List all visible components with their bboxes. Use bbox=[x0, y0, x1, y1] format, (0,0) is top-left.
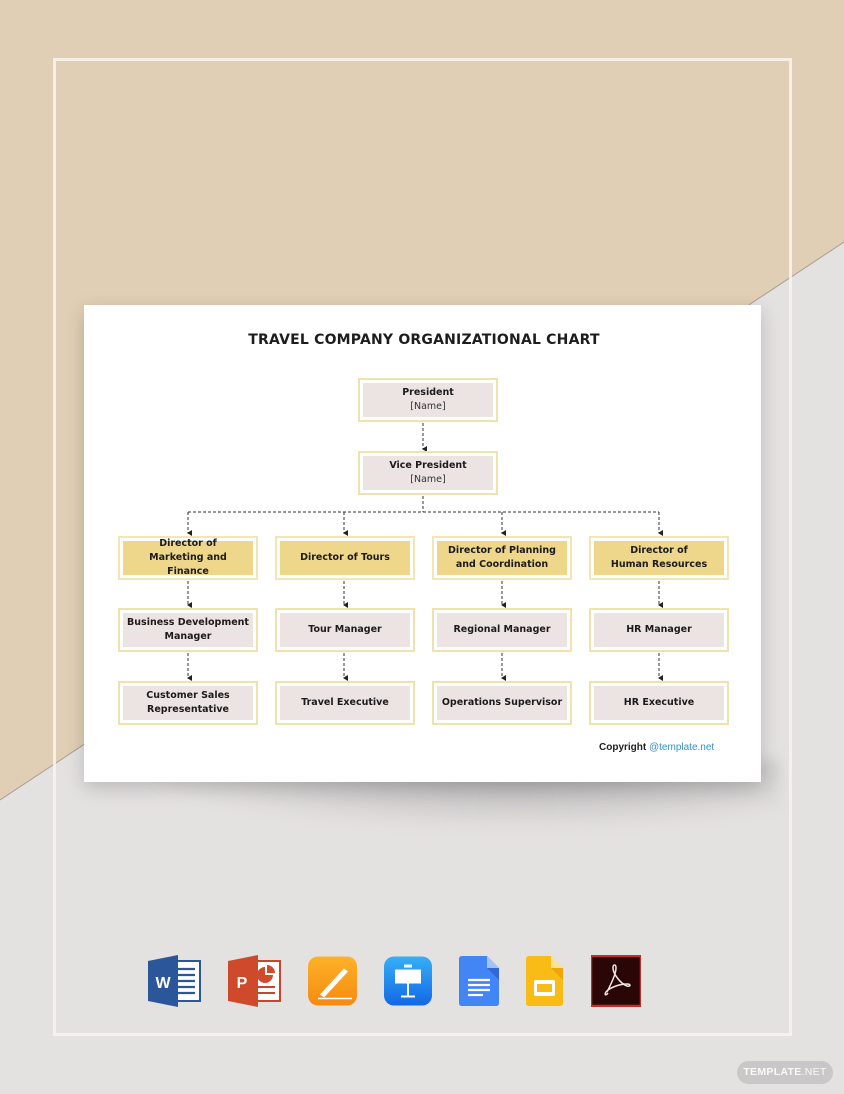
google-slides-icon[interactable] bbox=[526, 955, 563, 1007]
node-name-placeholder: [Name] bbox=[410, 401, 446, 412]
powerpoint-icon[interactable]: P bbox=[228, 955, 282, 1007]
node-title: Vice President bbox=[389, 460, 467, 471]
node-title: Travel Executive bbox=[301, 697, 389, 708]
node-title: HR Executive bbox=[623, 697, 695, 708]
node-regional-manager: Regional Manager bbox=[432, 608, 572, 652]
copyright-link[interactable]: @template.net bbox=[649, 742, 714, 753]
svg-text:P: P bbox=[237, 975, 248, 992]
node-title: Operations Supervisor bbox=[441, 697, 563, 708]
badge-light-text: .NET bbox=[801, 1066, 827, 1078]
node-business-development-manager: Business Development Manager bbox=[118, 608, 258, 652]
node-tour-manager: Tour Manager bbox=[275, 608, 415, 652]
org-chart-document: TRAVEL COMPANY ORGANIZATIONAL CHART Pres… bbox=[84, 305, 761, 782]
keynote-icon[interactable] bbox=[384, 955, 432, 1007]
node-title: Director of Planning and Coordination bbox=[448, 545, 556, 570]
node-director-tours: Director of Tours bbox=[275, 536, 415, 580]
badge-bold-text: TEMPLATE bbox=[743, 1066, 802, 1078]
copyright-label: Copyright bbox=[599, 742, 647, 753]
node-title: Director of Human Resources bbox=[610, 545, 708, 570]
node-director-planning-coordination: Director of Planning and Coordination bbox=[432, 536, 572, 580]
node-vice-president: Vice President [Name] bbox=[358, 451, 498, 495]
node-title: Customer Sales Representative bbox=[146, 690, 230, 715]
node-title: Tour Manager bbox=[308, 624, 382, 635]
node-title: HR Manager bbox=[626, 624, 692, 635]
node-operations-supervisor: Operations Supervisor bbox=[432, 681, 572, 725]
node-hr-executive: HR Executive bbox=[589, 681, 729, 725]
adobe-pdf-icon[interactable] bbox=[591, 955, 641, 1007]
node-title: Director of Marketing and Finance bbox=[149, 538, 227, 577]
svg-text:W: W bbox=[155, 975, 171, 992]
node-director-marketing-finance: Director of Marketing and Finance bbox=[118, 536, 258, 580]
node-title: Business Development Manager bbox=[127, 617, 249, 642]
template-net-badge[interactable]: TEMPLATE.NET bbox=[737, 1061, 833, 1084]
word-icon[interactable]: W bbox=[148, 955, 202, 1007]
node-travel-executive: Travel Executive bbox=[275, 681, 415, 725]
google-docs-icon[interactable] bbox=[459, 955, 499, 1007]
node-director-human-resources: Director of Human Resources bbox=[589, 536, 729, 580]
node-title: President bbox=[402, 387, 454, 398]
node-hr-manager: HR Manager bbox=[589, 608, 729, 652]
node-name-placeholder: [Name] bbox=[410, 474, 446, 485]
node-customer-sales-representative: Customer Sales Representative bbox=[118, 681, 258, 725]
node-title: Regional Manager bbox=[453, 624, 551, 635]
node-president: President [Name] bbox=[358, 378, 498, 422]
pages-icon[interactable] bbox=[308, 955, 357, 1007]
node-title: Director of Tours bbox=[300, 552, 390, 563]
copyright-notice: Copyright @template.net bbox=[599, 742, 714, 753]
